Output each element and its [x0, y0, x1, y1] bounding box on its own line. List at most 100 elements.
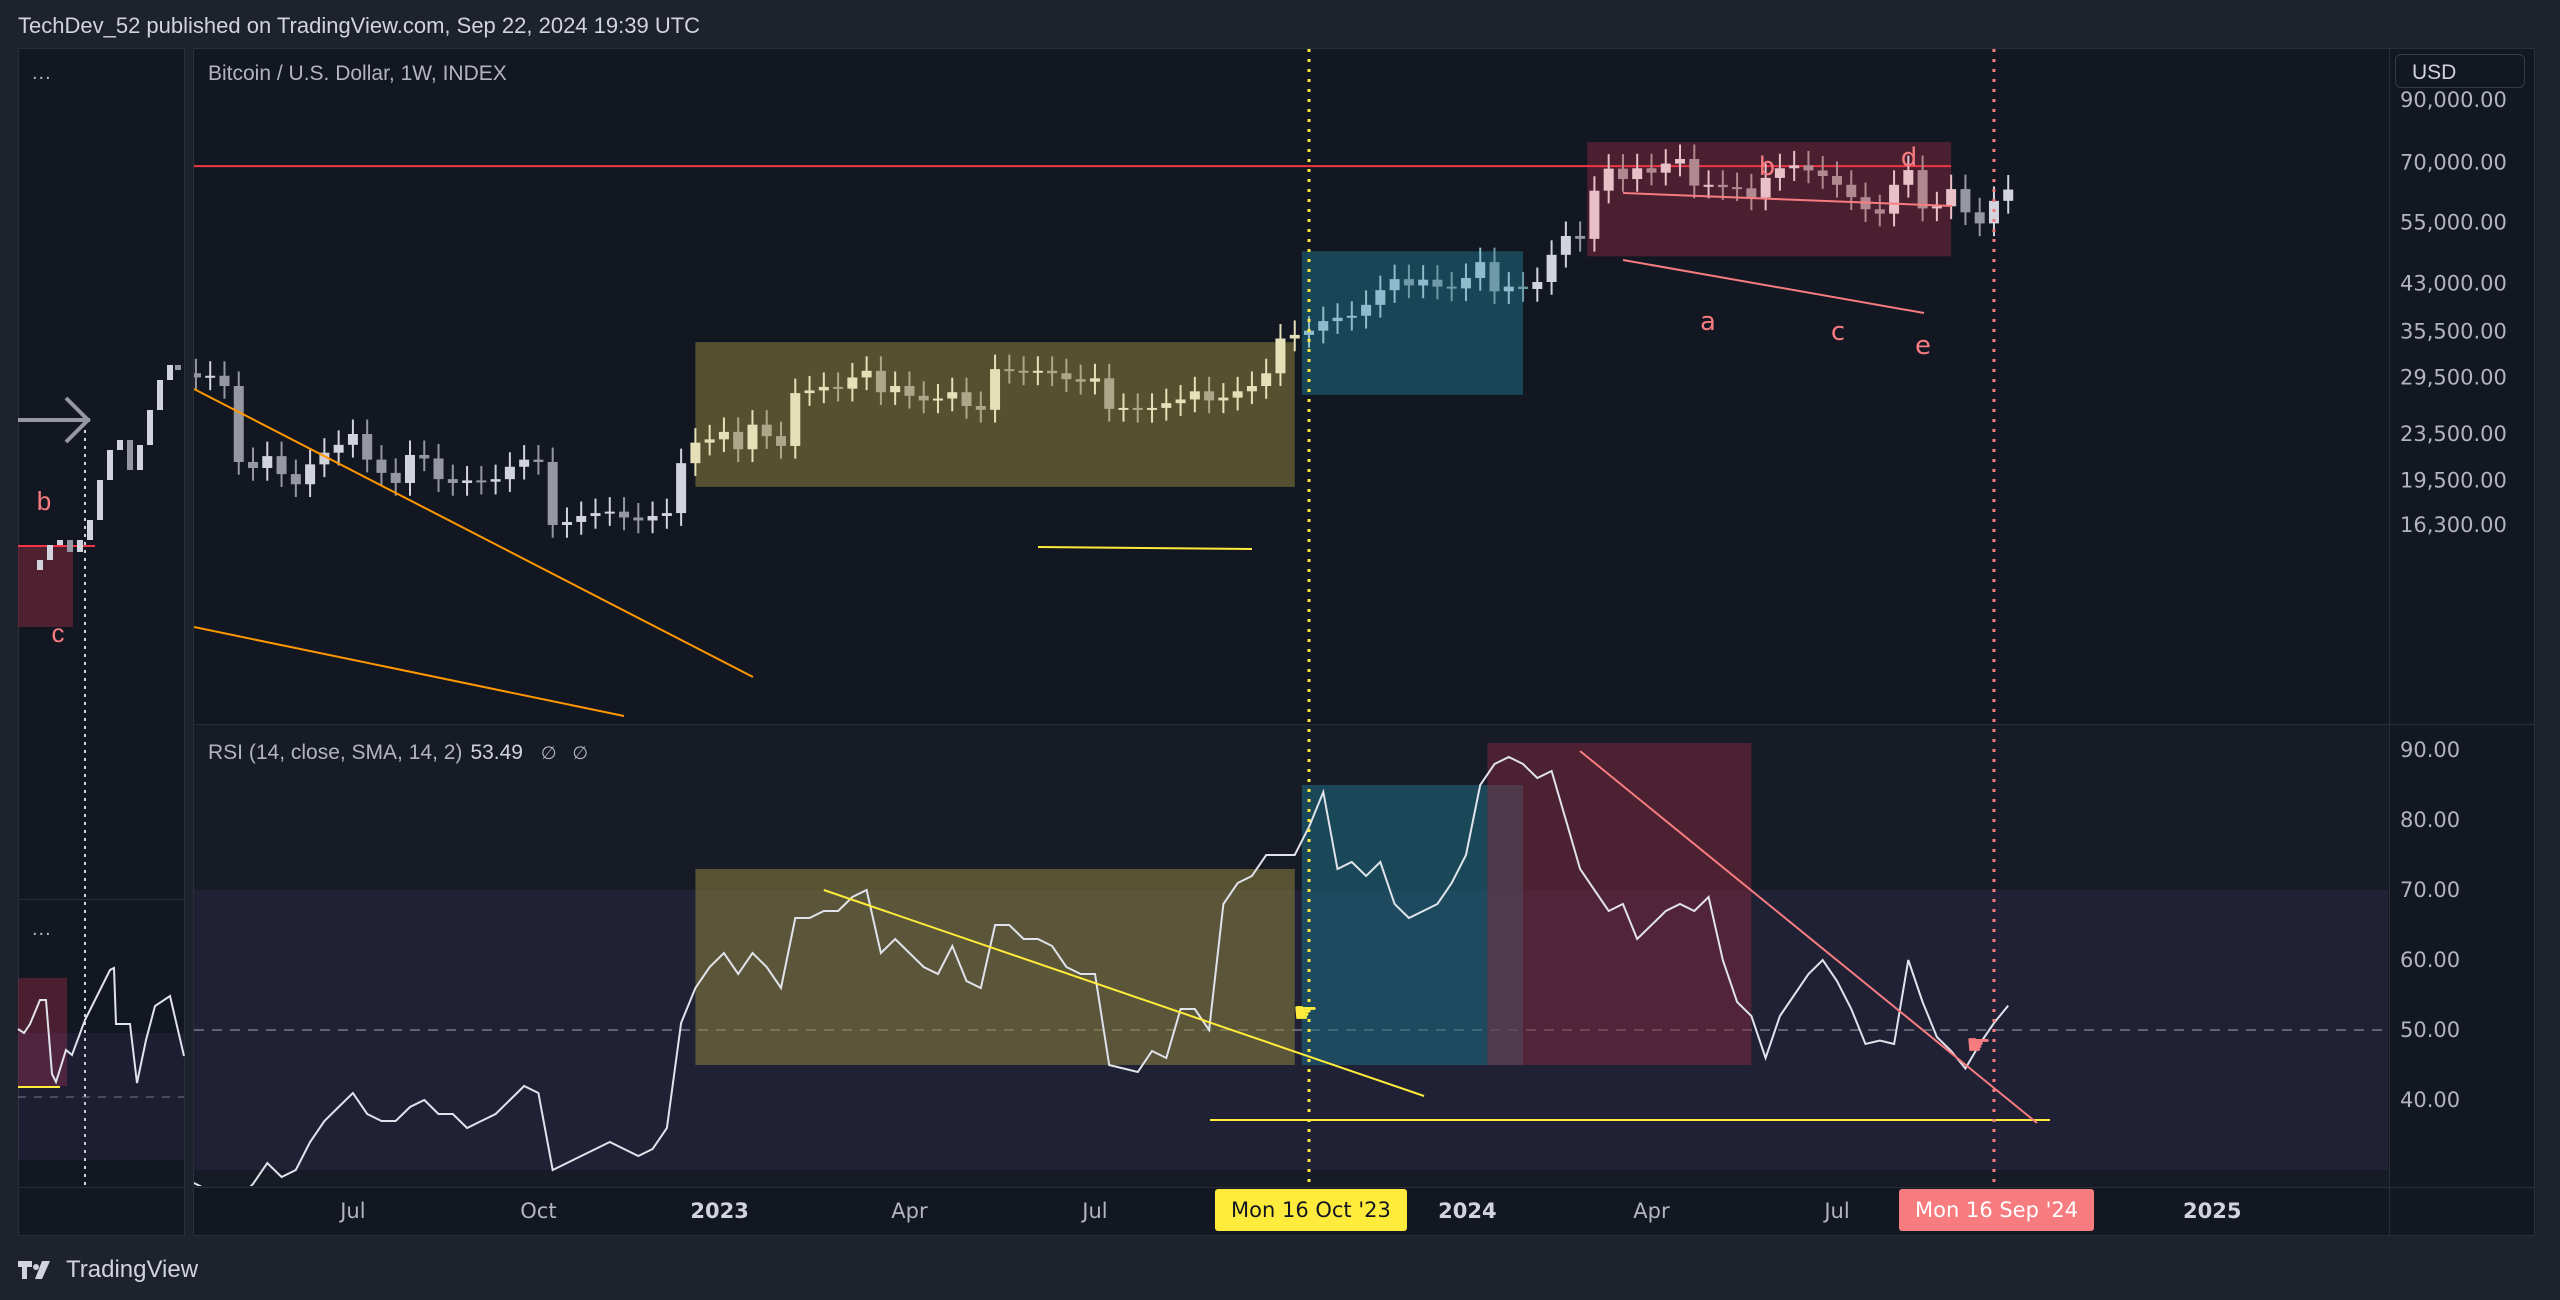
wave-label: c	[52, 618, 65, 648]
candle-body	[790, 393, 801, 446]
candle-body	[1831, 176, 1842, 185]
pointer-hand-icon: ☛	[1293, 997, 1318, 1028]
mini-candle	[97, 480, 103, 520]
candle-body	[1147, 407, 1158, 410]
candle-body	[1261, 373, 1272, 387]
mini-candle	[137, 445, 143, 470]
wedge-lower-line	[194, 626, 625, 717]
currency-selector[interactable]: USD	[2395, 54, 2525, 88]
time-tick-label: Apr	[891, 1199, 928, 1223]
rsi-flag-icon[interactable]: ∅	[541, 743, 557, 763]
triangle-lower-line	[1622, 259, 1925, 314]
candle-body	[718, 431, 729, 440]
candle-body	[1275, 338, 1286, 374]
candle-body	[1560, 235, 1571, 255]
candle-body	[1004, 369, 1015, 372]
candle-body	[433, 458, 444, 480]
rsi-layer: ☛☛	[194, 743, 2388, 1186]
rsi-tick-label: 70.00	[2400, 878, 2460, 902]
candle-body	[1675, 158, 1686, 164]
mini-candle	[157, 380, 163, 410]
price-tick-label: 35,500.00	[2400, 319, 2507, 343]
candle-body	[1075, 379, 1086, 382]
rsi-flag-icon[interactable]: ∅	[572, 743, 588, 763]
chart-canvas[interactable]: abcde☛☛90,000.0070,000.0055,000.0043,000…	[0, 0, 2560, 1300]
rsi-tick-label: 50.00	[2400, 1018, 2460, 1042]
candle-body	[561, 521, 572, 525]
candle-body	[1161, 403, 1172, 408]
candle-body	[1546, 254, 1557, 282]
tradingview-logo[interactable]: TradingView	[18, 1256, 198, 1284]
candle-body	[1175, 399, 1186, 404]
symbol-legend[interactable]: Bitcoin / U.S. Dollar, 1W, INDEX	[208, 62, 507, 86]
candle-body	[776, 436, 787, 446]
candle-body	[1717, 184, 1728, 188]
candle-body	[1361, 304, 1372, 316]
candle-body	[1189, 391, 1200, 400]
candle-body	[148, 328, 158, 365]
candle-body	[105, 302, 115, 305]
candle-body	[177, 373, 187, 377]
candle-body	[1532, 281, 1543, 289]
candle-body	[1617, 168, 1628, 180]
wave-label: c	[1831, 317, 1845, 347]
candle-body	[1418, 279, 1429, 286]
candle-body	[1589, 190, 1600, 239]
candle-body	[961, 392, 972, 407]
candle-body	[91, 296, 101, 302]
candle-body	[1104, 378, 1115, 409]
rsi-legend[interactable]: RSI (14, close, SMA, 14, 2) 53.49 ∅ ∅	[208, 741, 588, 765]
candle-body	[833, 386, 844, 389]
support-line	[1037, 546, 1253, 550]
candle-body	[1789, 165, 1800, 169]
mini-candle	[67, 540, 73, 552]
candle-body	[547, 461, 558, 525]
candle-body	[476, 480, 487, 483]
candle-body	[376, 459, 387, 473]
time-tick-label: 2023	[690, 1199, 749, 1223]
candle-body	[1774, 168, 1785, 178]
candle-body	[1332, 317, 1343, 322]
candle-body	[276, 456, 287, 475]
candle-body	[1318, 321, 1329, 331]
candle-body	[604, 511, 615, 514]
candle-body	[462, 480, 473, 483]
candle-body	[918, 395, 929, 401]
marker-date-label-right: Mon 16 Sep '24	[1899, 1189, 2095, 1231]
candle-body	[205, 375, 216, 378]
candle-body	[519, 459, 530, 467]
candle-body	[1475, 262, 1486, 278]
candle-body	[1703, 184, 1714, 187]
price-tick-label: 16,300.00	[2400, 513, 2507, 537]
mini-candle	[77, 540, 83, 552]
mini-candle	[37, 560, 43, 570]
price-tick-label: 23,500.00	[2400, 422, 2507, 446]
price-tick-label: 19,500.00	[2400, 468, 2507, 492]
candle-body	[1118, 407, 1129, 410]
candle-body	[690, 442, 701, 464]
candle-body	[248, 461, 259, 468]
mini-candle	[57, 540, 63, 545]
time-tick-label: Jul	[340, 1199, 366, 1223]
mini-candle	[47, 545, 53, 560]
candle-body	[1346, 315, 1357, 318]
mini-candle	[127, 440, 133, 470]
candle-body	[990, 369, 1001, 410]
candle-body	[747, 424, 758, 450]
candle-body	[1432, 279, 1443, 287]
candle-body	[290, 474, 301, 485]
candle-body	[1375, 290, 1386, 305]
candle-body	[1917, 170, 1928, 209]
candle-body	[1803, 165, 1814, 171]
candle-body	[1047, 370, 1058, 374]
candle-body	[1660, 163, 1671, 173]
candle-body	[1874, 209, 1885, 214]
candle-body	[818, 386, 829, 391]
wedge-upper-line	[194, 388, 754, 678]
candle-body	[1646, 168, 1657, 173]
candle-body	[1032, 370, 1043, 373]
wave-label: e	[1915, 331, 1931, 361]
pointer-hand-icon: ☛	[1966, 1029, 1991, 1060]
mini-candle	[87, 520, 93, 540]
highlight-box-maroon	[1487, 743, 1752, 1065]
